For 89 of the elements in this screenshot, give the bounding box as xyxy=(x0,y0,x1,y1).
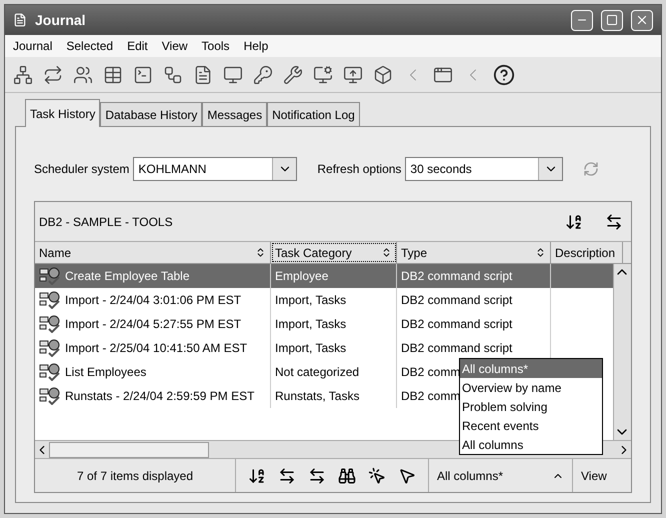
document-icon[interactable] xyxy=(193,64,213,84)
view-button[interactable]: View xyxy=(572,459,615,492)
script-icon xyxy=(39,291,61,309)
pointer-icon[interactable] xyxy=(398,466,416,484)
monitor-icon[interactable] xyxy=(343,64,363,84)
scrollbar[interactable] xyxy=(613,264,631,440)
column-header[interactable]: Description xyxy=(551,242,623,263)
workflow-icon[interactable] xyxy=(163,64,183,84)
scroll-thumb[interactable] xyxy=(49,442,209,458)
script-icon xyxy=(39,339,61,357)
refresh-select[interactable]: 30 seconds xyxy=(405,157,564,181)
window-title: Journal xyxy=(35,10,87,30)
table-icon[interactable] xyxy=(103,64,123,84)
script-icon xyxy=(39,267,61,285)
table-cell-text: DB2 comm xyxy=(401,388,460,405)
repeat-icon[interactable] xyxy=(43,64,63,84)
key-icon[interactable] xyxy=(253,64,273,84)
network-icon[interactable] xyxy=(13,64,33,84)
columns-icon[interactable] xyxy=(278,466,296,484)
table-cell-text: Import, Tasks xyxy=(275,316,346,333)
sort-arrows-icon xyxy=(535,247,546,258)
field-label: Scheduler system xyxy=(34,161,130,178)
tab[interactable]: Messages xyxy=(202,102,268,126)
close-icon xyxy=(635,13,649,27)
pointer-icon[interactable] xyxy=(368,466,386,484)
document-icon xyxy=(13,13,27,27)
menu-item[interactable]: Tools xyxy=(202,37,230,55)
terminal-icon[interactable] xyxy=(133,64,153,84)
close-button[interactable] xyxy=(631,10,653,30)
help-icon[interactable] xyxy=(493,64,515,86)
menu-item[interactable]: Help xyxy=(244,37,268,55)
field-label: Refresh options xyxy=(317,161,402,178)
menu-option[interactable]: Recent events xyxy=(460,416,602,435)
tab[interactable]: Database History xyxy=(100,102,202,126)
table-cell-text: Create Employee Table xyxy=(65,268,190,285)
menu-option[interactable]: Problem solving xyxy=(460,397,602,416)
column-header[interactable]: Type xyxy=(397,242,551,263)
minimize-button[interactable] xyxy=(571,10,593,30)
sort-arrows-icon xyxy=(381,247,392,258)
menu-option[interactable]: Overview by name xyxy=(460,378,602,397)
menu-item[interactable]: Edit xyxy=(127,37,148,55)
table-cell-text: Runstats - 2/24/04 2:59:59 PM EST xyxy=(65,388,254,405)
table-cell-text: DB2 command script xyxy=(401,292,512,309)
tab[interactable]: Notification Log xyxy=(267,102,360,126)
binoculars-icon[interactable] xyxy=(338,466,356,484)
table-title: DB2 - SAMPLE - TOOLS xyxy=(39,214,174,230)
columns-icon[interactable] xyxy=(308,466,326,484)
column-header[interactable]: Task Category xyxy=(271,242,397,263)
table-cell-text: Employee xyxy=(275,268,328,285)
sort-arrows-icon xyxy=(255,247,266,258)
window-icon[interactable] xyxy=(433,64,453,84)
table-cell-text: Import, Tasks xyxy=(275,340,346,357)
table-cell-text: List Employees xyxy=(65,364,146,381)
table-cell-text: Import - 2/24/04 5:27:55 PM EST xyxy=(65,316,242,333)
table-cell-text: Import - 2/24/04 3:01:06 PM EST xyxy=(65,292,242,309)
monitor-icon[interactable] xyxy=(223,64,243,84)
script-icon xyxy=(39,363,61,381)
table-row[interactable]: Create Employee Table Employee DB2 command script xyxy=(35,264,613,288)
column-header[interactable]: Name xyxy=(35,242,271,263)
view-select[interactable]: All columns* xyxy=(428,459,572,492)
menu-item[interactable]: Selected xyxy=(66,37,114,55)
tab[interactable]: Task History xyxy=(25,99,100,127)
maximize-icon xyxy=(606,14,618,26)
wrench-icon[interactable] xyxy=(283,64,303,84)
script-icon xyxy=(39,315,61,333)
table-cell-text: Runstats, Tasks xyxy=(275,388,360,405)
status-text: 7 of 7 items displayed xyxy=(76,468,194,484)
menu-option[interactable]: All columns* xyxy=(460,359,602,378)
table-cell-text: DB2 command script xyxy=(401,316,512,333)
table-cell-text: DB2 command script xyxy=(401,268,512,285)
table-row[interactable]: Import - 2/24/04 3:01:06 PM EST Import, Tasks DB2 command script xyxy=(35,288,613,312)
menu-option[interactable]: All columns xyxy=(460,435,602,454)
table-cell-text: Not categorized xyxy=(275,364,360,381)
monitor-gear-icon[interactable] xyxy=(313,64,333,84)
table-row[interactable]: Import - 2/24/04 5:27:55 PM EST Import, Tasks DB2 command script xyxy=(35,312,613,336)
sort-icon[interactable] xyxy=(565,212,583,230)
table-cell-text: Import - 2/25/04 10:41:50 AM EST xyxy=(65,340,248,357)
table-cell-text: DB2 comm xyxy=(401,364,460,381)
columns-icon[interactable] xyxy=(605,212,623,230)
table-cell-text: DB2 command script xyxy=(401,340,512,357)
table-cell-text: Import, Tasks xyxy=(275,292,346,309)
menu-item[interactable]: Journal xyxy=(13,37,52,55)
script-icon xyxy=(39,387,61,405)
menu-item[interactable]: View xyxy=(162,37,188,55)
scheduler-select[interactable]: KOHLMANN xyxy=(133,157,298,181)
cube-icon[interactable] xyxy=(373,64,393,84)
sort-icon[interactable] xyxy=(248,466,266,484)
users-icon[interactable] xyxy=(73,64,93,84)
maximize-button[interactable] xyxy=(601,10,623,30)
